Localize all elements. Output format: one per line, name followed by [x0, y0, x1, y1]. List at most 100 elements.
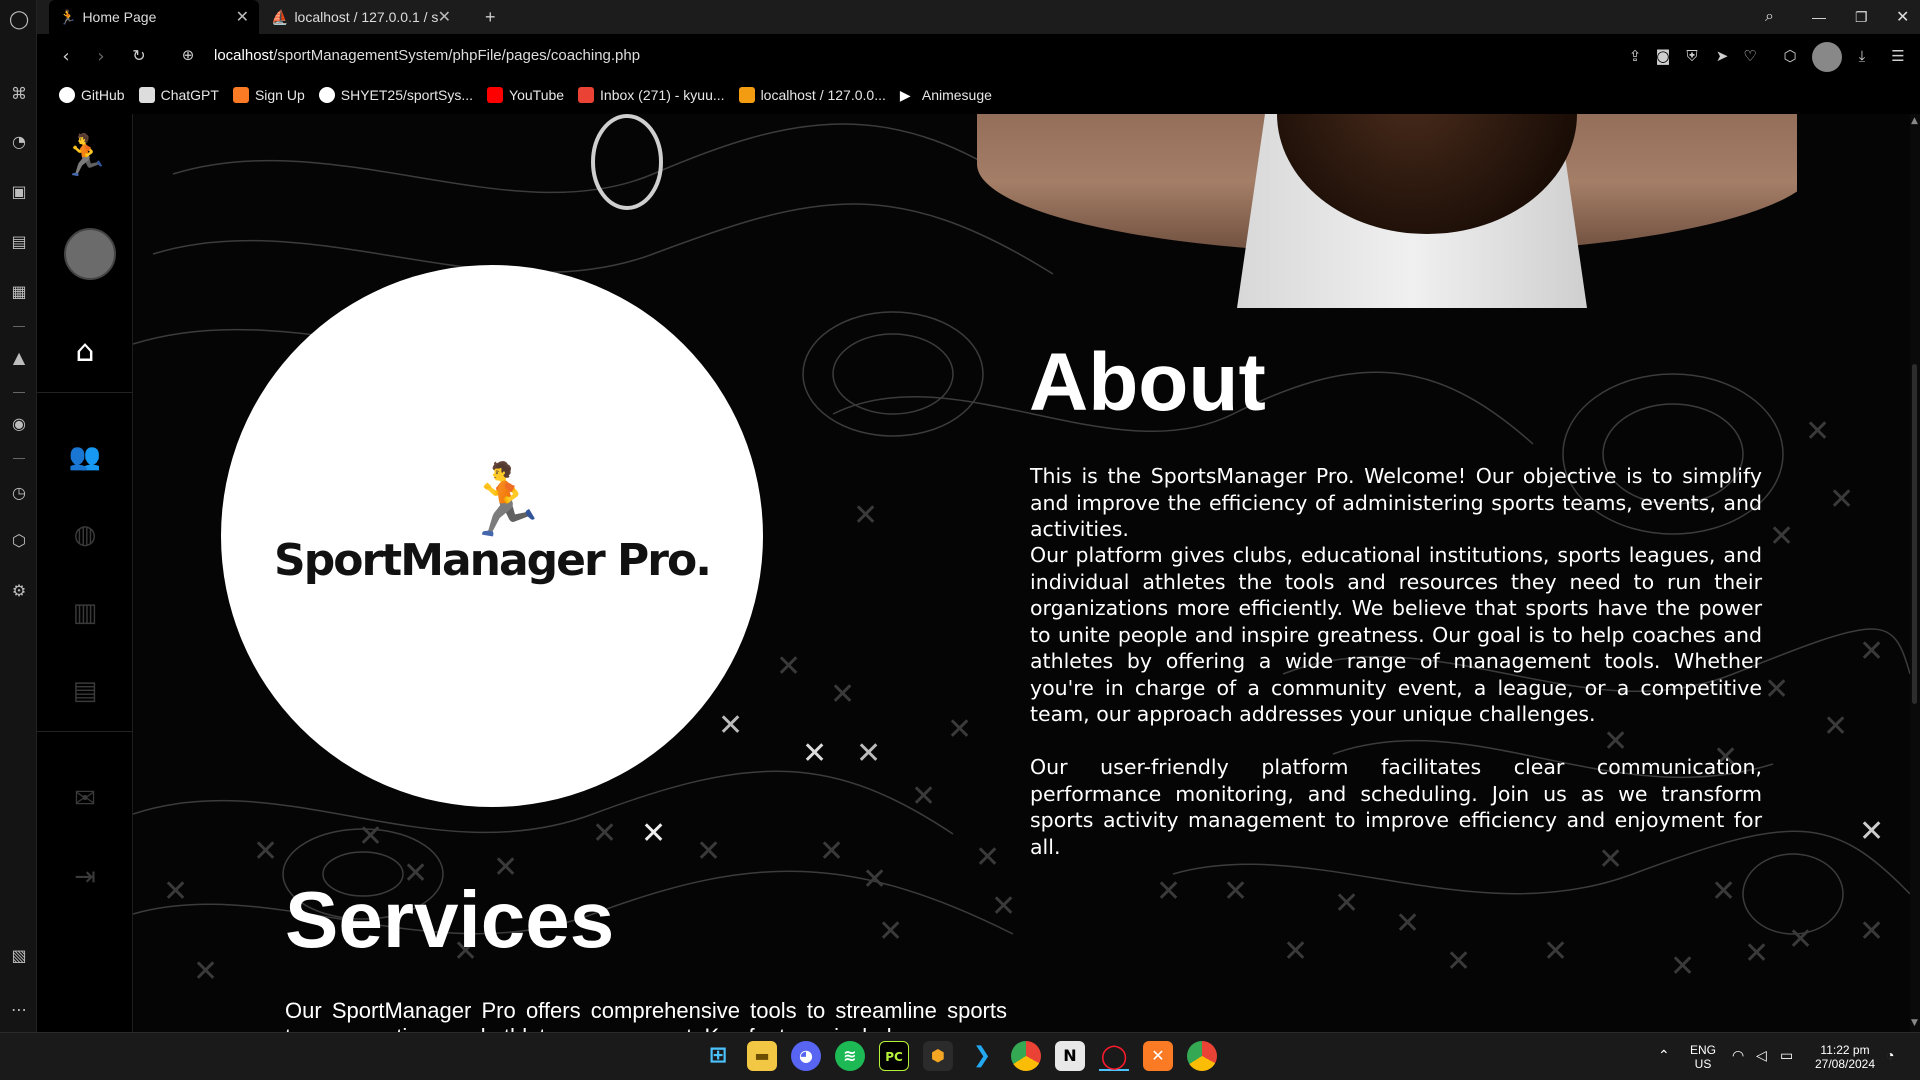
x-mark: ✕ — [592, 816, 618, 851]
language-code: ENG — [1690, 1043, 1717, 1057]
scroll-up-arrow-icon[interactable]: ▲ — [1911, 116, 1918, 126]
extensions-cube-icon[interactable]: ⬡ — [9, 531, 29, 551]
x-mark: ✕ — [1859, 634, 1885, 669]
chatgpt-icon — [138, 87, 155, 103]
app-hex-icon[interactable]: ⬢ — [923, 1041, 953, 1071]
page-scrollbar[interactable]: ▲ ▼ — [1910, 114, 1920, 1032]
profile-avatar[interactable] — [1812, 42, 1842, 72]
close-tab-icon[interactable]: ✕ — [438, 7, 451, 27]
bookmark-label: YouTube — [509, 87, 565, 103]
x-mark: ✕ — [991, 889, 1017, 924]
robot-icon[interactable]: ▣ — [9, 182, 29, 202]
snapshot-camera-icon[interactable]: ◙ — [1653, 47, 1673, 65]
twitch-icon[interactable]: ▤ — [9, 232, 29, 252]
opera-menu-icon[interactable]: ◯ — [9, 10, 29, 30]
reload-button[interactable]: ↻ — [128, 46, 150, 65]
bookmark-label: GitHub — [81, 87, 125, 103]
x-mark: ✕ — [1764, 672, 1790, 707]
phpmyadmin-favicon-icon: ⛵ — [271, 8, 289, 25]
bookmark-sportsys-repo[interactable]: SHYET25/sportSys... — [318, 87, 473, 103]
chrome-profile-icon[interactable] — [1187, 1041, 1217, 1071]
send-icon[interactable]: ➤ — [1712, 47, 1732, 65]
language-indicator[interactable]: ENG US — [1690, 1043, 1716, 1071]
download-icon[interactable]: ⤓ — [1852, 47, 1872, 65]
volume-icon[interactable]: ◁ — [1756, 1047, 1767, 1064]
clock-date: 27/08/2024 — [1814, 1057, 1876, 1071]
url-field[interactable]: localhost/sportManagementSystem/phpFile/… — [214, 47, 640, 64]
logo-text: SportManager Pro. — [274, 535, 712, 586]
wifi-icon[interactable]: ◠ — [1732, 1047, 1744, 1064]
site-sidebar: 🏃 ⌂ 👥 ◍ ▥ ▤ ✉ ⇥ — [37, 114, 133, 1032]
x-mark: ✕ — [776, 649, 802, 684]
schedule-table-icon[interactable]: ▥ — [37, 598, 133, 628]
spotify-icon[interactable]: ◉ — [9, 414, 29, 434]
clipboard-icon[interactable]: ▤ — [37, 676, 133, 706]
scroll-thumb[interactable] — [1912, 364, 1917, 704]
start-windows-icon[interactable]: ⊞ — [703, 1041, 733, 1071]
share-icon[interactable]: ⇪ — [1625, 47, 1645, 65]
clock[interactable]: 11:22 pm 27/08/2024 — [1810, 1043, 1880, 1071]
scroll-down-arrow-icon[interactable]: ▼ — [1911, 1018, 1918, 1028]
opera-taskbar-icon[interactable]: ◯ — [1099, 1041, 1129, 1071]
search-tabs-icon[interactable]: ⌕ — [1755, 0, 1784, 34]
gamepad-icon[interactable]: ⌘ — [9, 84, 29, 104]
close-window-button[interactable]: ✕ — [1886, 0, 1919, 34]
phpmyadmin-icon — [738, 87, 755, 103]
github-icon — [318, 87, 335, 103]
bookmark-animesuge[interactable]: ▶ Animesuge — [900, 87, 992, 103]
show-hidden-icons-chevron-icon[interactable]: ⌃ — [1658, 1047, 1670, 1064]
clock-time: 11:22 pm — [1820, 1043, 1870, 1057]
ball-icon[interactable]: ◍ — [37, 520, 133, 550]
user-avatar[interactable] — [64, 228, 116, 280]
pycharm-icon[interactable]: PC — [879, 1041, 909, 1071]
easy-setup-menu-icon[interactable]: ☰ — [1888, 47, 1908, 65]
speed-dial-icon[interactable]: ◔ — [9, 132, 29, 152]
bookmark-youtube[interactable]: YouTube — [487, 87, 564, 103]
about-heading: About — [1029, 337, 1266, 428]
restore-button[interactable]: ❐ — [1845, 0, 1878, 34]
x-mark: ✕ — [1670, 949, 1696, 984]
history-icon[interactable]: ◷ — [9, 483, 29, 503]
notification-bell-icon[interactable]: ◔ — [1886, 1047, 1894, 1063]
x-mark: ✕ — [1156, 874, 1182, 909]
forward-button[interactable]: › — [90, 46, 112, 67]
site-info-icon[interactable]: ⊕ — [177, 46, 199, 64]
aria-icon[interactable]: ▲ — [9, 348, 29, 368]
url-path: /sportManagementSystem/phpFile/pages/coa… — [273, 47, 641, 64]
x-mark: ✕ — [947, 712, 973, 747]
bookmark-sign-up[interactable]: Sign Up — [232, 87, 305, 103]
tab-home-page[interactable]: 🏃 Home Page ✕ — [49, 0, 259, 34]
heart-icon[interactable]: ♡ — [1740, 47, 1760, 65]
new-tab-button[interactable]: + — [475, 0, 506, 34]
spotify-taskbar-icon[interactable]: ≋ — [835, 1041, 865, 1071]
tab-phpmyadmin[interactable]: ⛵ localhost / 127.0.0.1 / sp ✕ — [261, 0, 461, 34]
vscode-icon[interactable]: ❯ — [967, 1041, 997, 1071]
xampp-taskbar-icon[interactable]: ✕ — [1143, 1041, 1173, 1071]
bookmark-phpmyadmin[interactable]: localhost / 127.0.0... — [738, 87, 886, 103]
more-options-icon[interactable]: ⋯ — [9, 1000, 29, 1020]
bookmark-chatgpt[interactable]: ChatGPT — [138, 87, 219, 103]
close-tab-icon[interactable]: ✕ — [236, 7, 249, 27]
discord-icon[interactable]: ◕ — [791, 1041, 821, 1071]
home-icon[interactable]: ⌂ — [37, 334, 133, 369]
gallery-icon[interactable]: ▧ — [9, 946, 29, 966]
adblock-shield-icon[interactable]: ⛨ — [1682, 47, 1702, 65]
back-button[interactable]: ‹ — [55, 46, 77, 67]
logout-icon[interactable]: ⇥ — [37, 862, 133, 892]
notion-icon[interactable]: N — [1055, 1041, 1085, 1071]
chip-icon[interactable]: ▦ — [9, 282, 29, 302]
bookmark-gmail-inbox[interactable]: Inbox (271) - kyuu... — [578, 87, 725, 103]
runner-logo-icon[interactable]: 🏃 — [37, 132, 133, 179]
x-mark: ✕ — [1829, 482, 1855, 517]
windows-taskbar: ⊞ ▬ ◕ ≋ PC ⬢ ❯ N ◯ ✕ ⌃ ENG US ◠ ◁ ▭ 11:2… — [0, 1032, 1920, 1080]
team-icon[interactable]: 👥 — [37, 442, 133, 472]
minimize-button[interactable]: — — [1802, 0, 1836, 34]
battery-icon[interactable]: ▭ — [1780, 1047, 1793, 1064]
file-explorer-icon[interactable]: ▬ — [747, 1041, 777, 1071]
x-mark: ✕ — [718, 708, 744, 743]
chrome-icon[interactable] — [1011, 1041, 1041, 1071]
extensions-icon[interactable]: ⬡ — [1780, 47, 1800, 65]
bookmark-github[interactable]: GitHub — [59, 87, 125, 103]
settings-gear-icon[interactable]: ⚙ — [9, 581, 29, 601]
mail-icon[interactable]: ✉ — [37, 784, 133, 814]
